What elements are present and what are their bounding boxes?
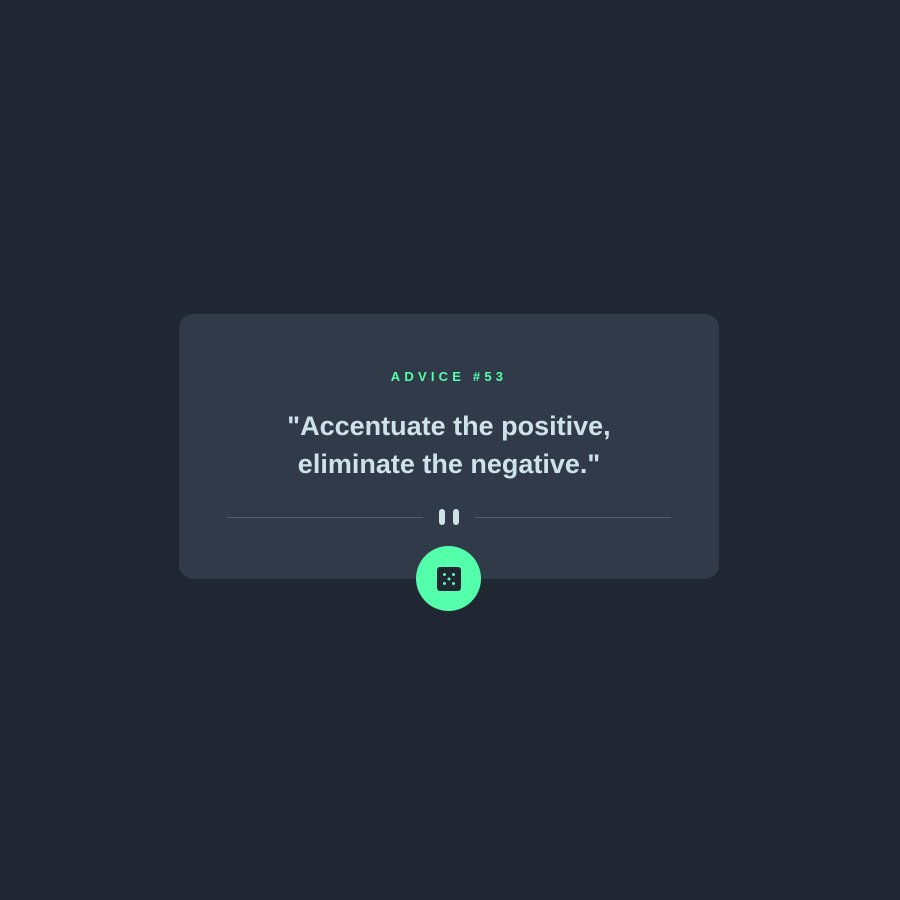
- page: Advice #53 "Accentuate the positive, eli…: [0, 0, 900, 900]
- divider: [227, 509, 671, 525]
- divider-line-right: [475, 516, 671, 518]
- advice-id-label: Advice #53: [390, 369, 508, 384]
- pause-icon: [439, 509, 459, 525]
- new-advice-button[interactable]: [416, 546, 481, 611]
- advice-quote: "Accentuate the positive, eliminate the …: [287, 411, 611, 479]
- advice-card: Advice #53 "Accentuate the positive, eli…: [179, 314, 719, 579]
- dice-icon: [436, 566, 461, 591]
- divider-line-left: [227, 516, 423, 518]
